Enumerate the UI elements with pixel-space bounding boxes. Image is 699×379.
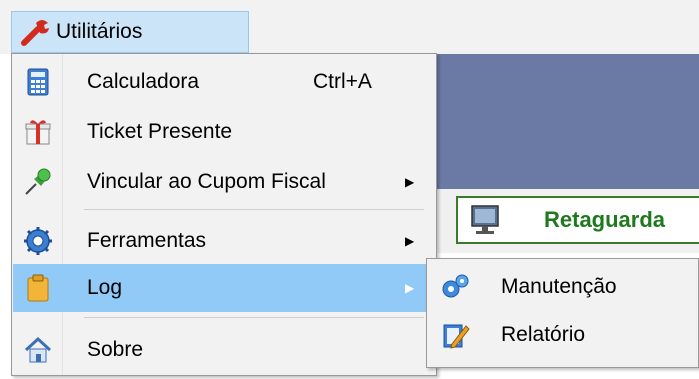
retaguarda-button[interactable]: Retaguarda <box>456 196 699 244</box>
shortcut-label: Ctrl+A <box>313 70 372 93</box>
gear-icon <box>24 227 52 255</box>
log-submenu: Manutenção Relatório <box>426 258 699 368</box>
menu-item-label: Sobre <box>87 338 144 361</box>
submenu-item-manutencao[interactable]: Manutenção <box>428 263 698 311</box>
submenu-arrow-icon: ▶ <box>405 281 415 295</box>
submenu-arrow-icon: ▶ <box>405 234 415 248</box>
menu-item-label: Ticket Presente <box>87 120 233 143</box>
clipboard-icon <box>27 274 49 302</box>
menu-separator <box>84 317 424 318</box>
wrench-icon <box>21 20 49 46</box>
menu-item-log[interactable]: Log ▶ <box>13 264 435 312</box>
calculator-icon <box>27 68 49 96</box>
monitor-icon <box>471 205 499 234</box>
submenu-item-label: Manutenção <box>501 275 617 298</box>
menu-item-calculadora[interactable]: Calculadora Ctrl+A <box>13 58 435 106</box>
menu-utilitarios[interactable]: Utilitários <box>11 11 249 53</box>
menu-item-ferramentas[interactable]: Ferramentas ▶ <box>13 217 435 265</box>
left-edge <box>0 54 11 379</box>
menu-item-label: Vincular ao Cupom Fiscal <box>87 170 326 193</box>
background-window <box>437 54 699 189</box>
submenu-item-label: Relatório <box>501 323 586 346</box>
menu-title: Utilitários <box>56 20 143 43</box>
edit-icon <box>443 324 470 349</box>
menu-separator <box>84 209 424 210</box>
menu-item-label: Ferramentas <box>87 229 207 252</box>
menu-item-label: Log <box>87 276 123 299</box>
menu-item-vincular-cupom[interactable]: Vincular ao Cupom Fiscal ▶ <box>13 158 435 206</box>
home-icon <box>24 336 52 363</box>
utilitarios-dropdown: Calculadora Ctrl+A Ticket Presente Vincu… <box>11 53 437 376</box>
gift-icon <box>25 120 51 145</box>
menu-item-sobre[interactable]: Sobre <box>13 326 435 374</box>
menu-item-label: Calculadora <box>87 70 200 93</box>
menu-bar: Utilitários <box>0 0 699 54</box>
screen: Utilitários Retaguarda Calculadora Ctrl+… <box>0 0 699 379</box>
gears-icon <box>442 274 469 298</box>
submenu-item-relatorio[interactable]: Relatório <box>428 311 698 359</box>
menu-item-ticket-presente[interactable]: Ticket Presente <box>13 108 435 156</box>
submenu-arrow-icon: ▶ <box>405 175 415 189</box>
retaguarda-label: Retaguarda <box>544 207 666 232</box>
pushpin-icon <box>25 168 51 195</box>
